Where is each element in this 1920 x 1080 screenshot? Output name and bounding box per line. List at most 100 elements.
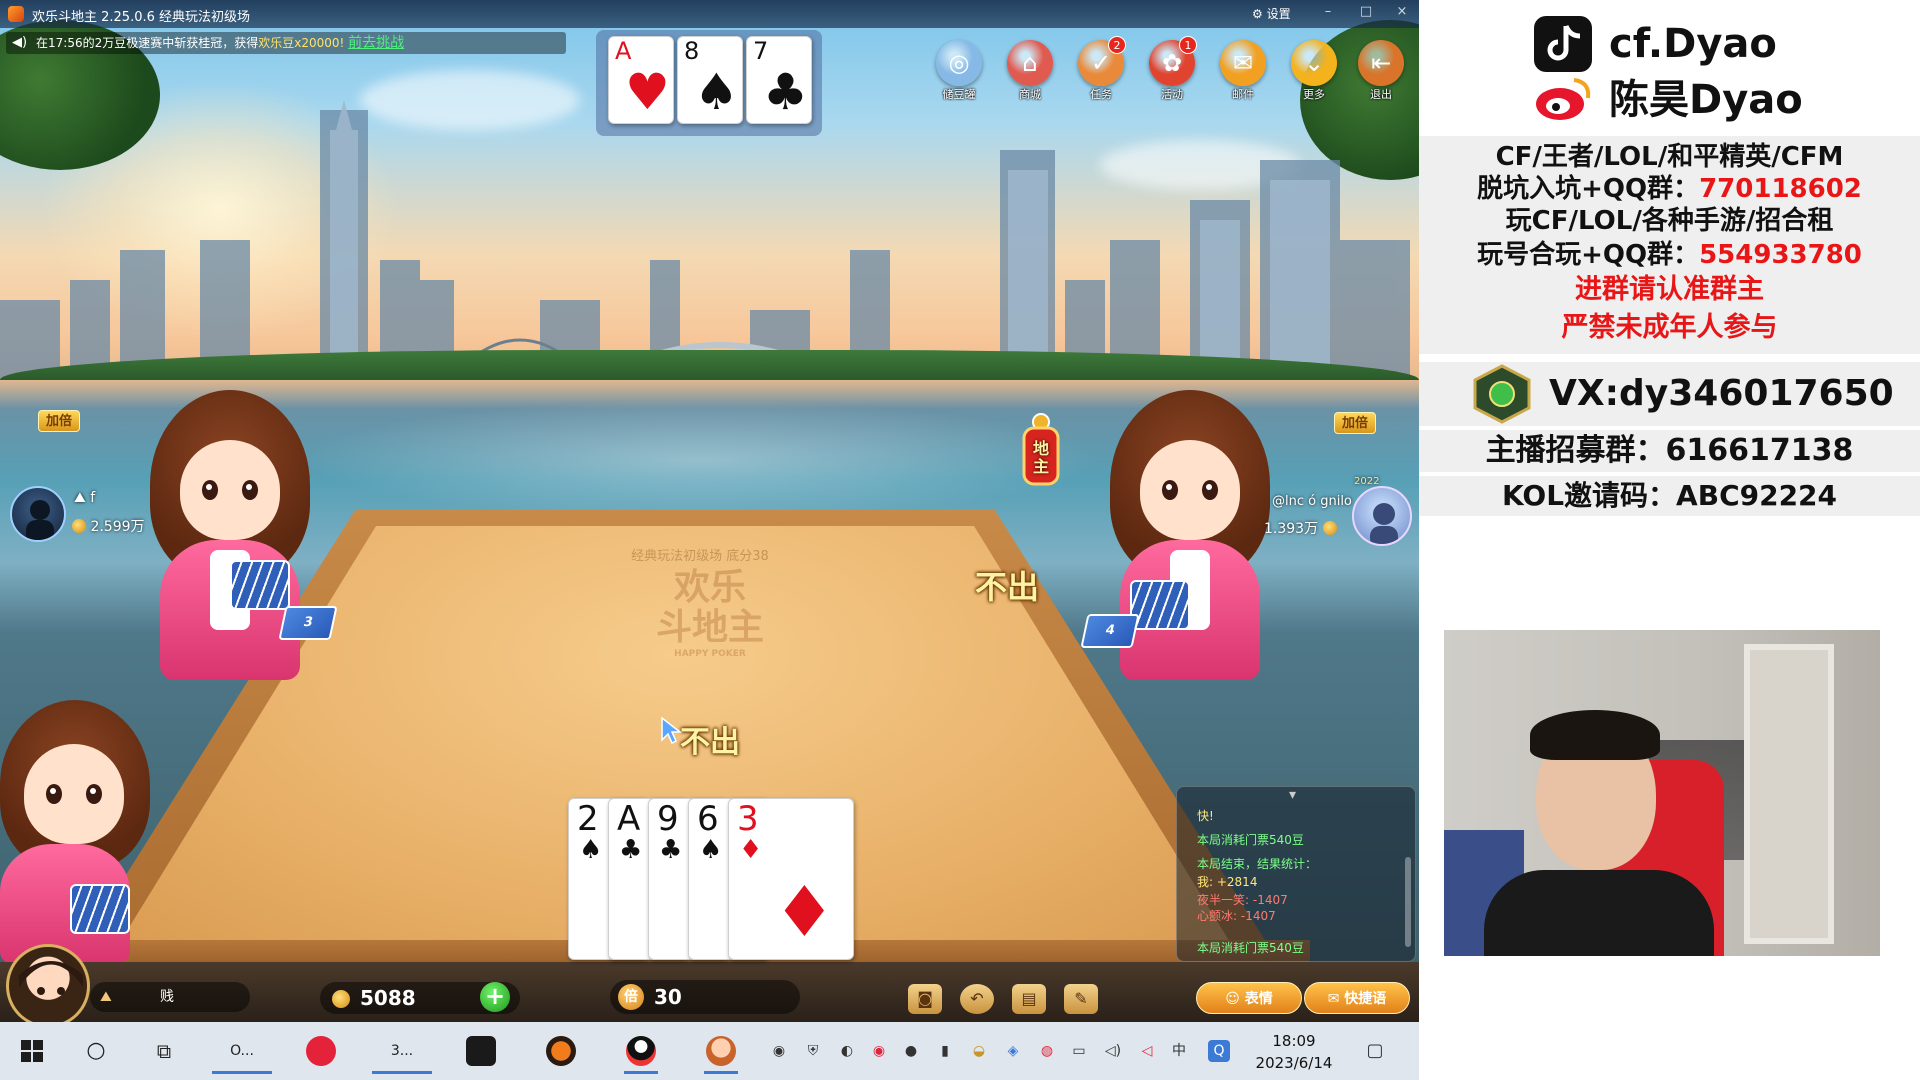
tray-netease-icon[interactable]: ◉ [868,1040,890,1062]
game-window: 经典玩法初级场 底分38 欢乐 斗地主 HAPPY POKER 欢乐斗地主 2.… [0,0,1419,1022]
menu-label: 储豆罐 [942,88,976,101]
menu-label: 退出 [1370,88,1392,101]
taskbar-app-cf[interactable] [536,1028,586,1074]
search-circle-icon: ○ [86,1038,106,1063]
robot-auto-button[interactable]: ◙ [908,984,942,1014]
tray-ime-indicator[interactable]: 中 [1168,1040,1190,1062]
card-rank: 2 [577,799,599,839]
obs-label: O... [230,1043,254,1059]
windows-taskbar: ○ ⧉ O... 3... ◉ ⛨ ◐ ◉ ● ▮ ◒ ◈ ◍ ▭ ◁) ◁ 中… [0,1022,1419,1080]
top-menu-item[interactable]: ⇤ 退出 [1350,40,1412,104]
card-suit-icon: ♦ [739,835,763,865]
marquee-text: 在17:56的2万豆极速赛中斩获桂冠，获得 [36,36,259,50]
tray-speaker-icon[interactable]: ◁ [1136,1040,1158,1062]
tray-obs-icon[interactable]: ● [900,1040,922,1062]
tray-microphone-icon[interactable]: ▮ [934,1040,956,1062]
taskbar-app-doudizhu[interactable] [696,1028,746,1074]
table-logo-line2: 斗地主 [655,607,764,648]
taskbar-app-qq[interactable] [616,1028,666,1074]
right-cards-left: 4 [1080,614,1140,648]
landlord-card: 8 ♠ [677,36,743,124]
chat-scrollbar[interactable] [1405,857,1411,947]
taskbar-app-netease[interactable] [296,1028,346,1074]
tray-qq-browser-icon[interactable]: Q [1208,1040,1230,1062]
title-bar: 欢乐斗地主 2.25.0.6 经典玩法初级场 ⚙ 设置 – □ × [0,0,1419,28]
year-badge: 2022 [1354,476,1380,487]
card-record-button[interactable]: ▤ [1012,984,1046,1014]
chevron-down-icon[interactable]: ▾ [1289,787,1296,803]
minimize-button[interactable]: – [1318,4,1338,22]
doudizhu-icon [706,1036,736,1066]
overlay-minor-warning: 严禁未成年人参与 [1561,312,1778,343]
tray-volume-icon[interactable]: ◁) [1102,1040,1124,1062]
notes-button[interactable]: ✎ [1064,984,1098,1014]
chat-line: 快! [1197,809,1214,823]
emote-button[interactable]: ☺ 表情 [1196,982,1302,1014]
undo-button[interactable]: ↶ [960,984,994,1014]
card-rank: 8 [684,37,700,65]
tray-owl-icon[interactable]: ◒ [968,1040,990,1062]
clock-time: 18:09 [1272,1032,1316,1050]
card-rank: 6 [697,799,719,839]
my-portrait-icon [19,961,83,995]
right-double-badge: 加倍 [1334,412,1376,434]
notification-center-icon[interactable]: ▢ [1364,1040,1386,1062]
chat-log-panel[interactable]: ▾ 快! 本局消耗门票540豆 本局结束，结果统计： 我: +2814 夜半一笑… [1176,786,1416,962]
top-menu-item[interactable]: ⌂ 商城 [999,40,1061,104]
close-button[interactable]: × [1392,4,1412,22]
taskbar-app-g[interactable] [456,1028,506,1074]
taskbar-app-3[interactable]: 3... [364,1028,440,1074]
chat-line: 本局消耗门票540豆 [1197,833,1304,847]
tray-security-icon[interactable]: ◈ [1002,1040,1024,1062]
overlay-qq-group-1-label: 脱坑入坑+QQ群： [1477,174,1700,204]
top-menu-item[interactable]: ✉ 邮件 [1212,40,1274,104]
webcam-feed [1444,630,1880,956]
search-button[interactable]: ○ [76,1028,116,1074]
chat-line: 夜半一笑: -1407 [1197,893,1288,907]
coin-icon [1322,521,1337,535]
overlay-recruit: 主播招募群：616617138 [1485,433,1854,468]
taskbar-clock[interactable]: 18:09 2023/6/14 [1250,1030,1338,1074]
card-suit-icon: ♠ [694,63,739,121]
my-avatar[interactable] [6,944,90,1022]
top-menu-item[interactable]: ✓ 任务 2 [1070,36,1132,104]
left-double-badge: 加倍 [38,410,80,432]
my-name: 贱 [160,989,174,1005]
top-menu-item[interactable]: ⌄ 更多 [1283,40,1345,104]
tray-g-icon[interactable]: ◐ [836,1040,858,1062]
water-shine [300,400,1100,520]
overlay-games-line: CF/王者/LOL/和平精英/CFM [1495,142,1844,172]
start-button[interactable] [12,1028,52,1074]
maximize-button[interactable]: □ [1356,4,1376,22]
tray-network-icon[interactable]: ▭ [1068,1040,1090,1062]
left-player-name-text: f [90,490,96,506]
challenge-link[interactable]: 前去挑战 [348,35,404,51]
tray-qq-icon[interactable]: ◉ [768,1040,790,1062]
left-player-coins-value: 2.599万 [90,519,145,535]
quick-chat-button[interactable]: ✉ 快捷语 [1304,982,1410,1014]
card-rank: 9 [657,799,679,839]
top-menu-item[interactable]: ✿ 活动 1 [1141,36,1203,104]
card-center-suit-icon: ♦ [773,871,836,953]
menu-label: 更多 [1303,88,1325,101]
overlay-qq-group-1: 脱坑入坑+QQ群：770118602 [1419,172,1920,206]
left-player-avatar[interactable] [10,486,66,542]
my-character [0,700,150,964]
add-coins-button[interactable]: + [480,982,510,1012]
tray-app-icon[interactable]: ◍ [1036,1040,1058,1062]
weibo-handle: 陈昊Dyao [1609,77,1803,123]
card-rank: A [617,799,641,839]
right-player-avatar[interactable] [1352,486,1412,546]
taskbar-app-obs[interactable]: O... [204,1028,280,1074]
right-player-coins: 1.393万 [1264,518,1337,538]
menu-icon: ⌂ [1007,40,1053,86]
settings-button[interactable]: ⚙ 设置 [1252,5,1291,22]
tray-shield-icon[interactable]: ⛨ [802,1040,824,1062]
task-view-button[interactable]: ⧉ [144,1028,184,1074]
hand-card[interactable]: 3 ♦ ♦ [728,798,854,960]
table-watermark: 经典玩法初级场 底分38 [631,549,769,564]
top-menu-item[interactable]: ◎ 储豆罐 [928,40,990,104]
table-logo-sub: HAPPY POKER [674,649,746,659]
landlord-card: 7 ♣ [746,36,812,124]
weibo-icon [1536,78,1591,120]
